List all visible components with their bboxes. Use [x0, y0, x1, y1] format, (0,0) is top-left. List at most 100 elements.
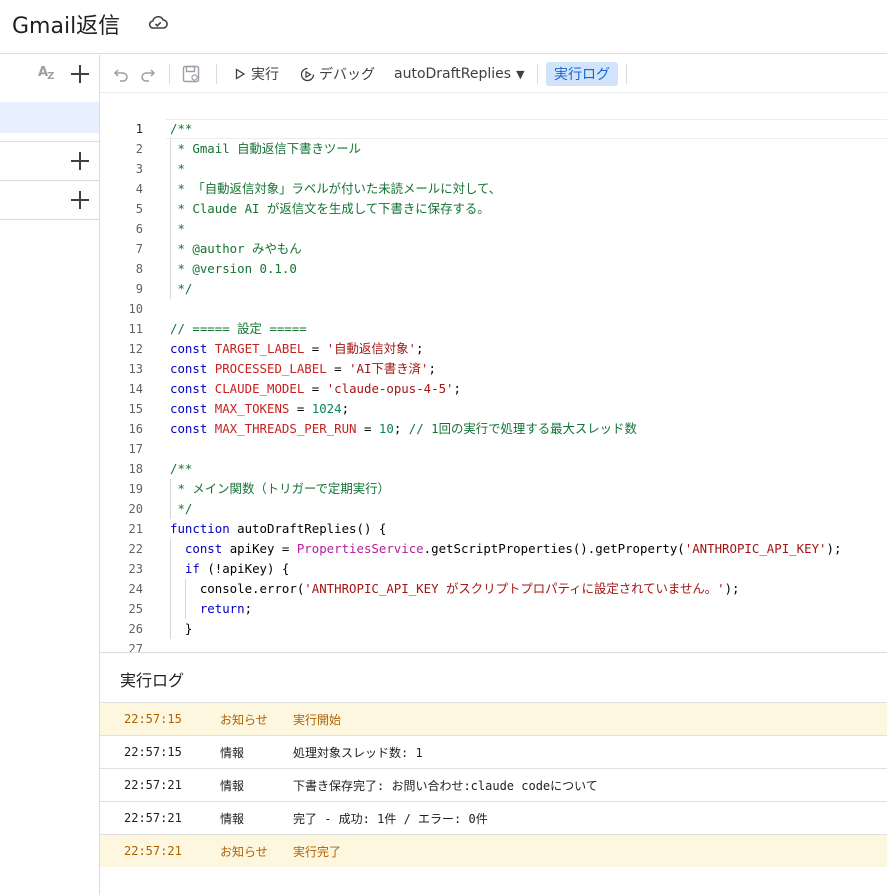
code-line[interactable]: 27 [100, 639, 887, 652]
code-line[interactable]: 11 // ===== 設定 ===== [100, 319, 887, 339]
code-constant-name: MAX_THREADS_PER_RUN [214, 421, 357, 436]
code-line[interactable]: 22 const apiKey = PropertiesService.getS… [100, 539, 887, 559]
code-keyword: const [170, 361, 215, 376]
code-keyword: if [184, 561, 208, 576]
code-line[interactable]: 14 const CLAUDE_MODEL = 'claude-opus-4-5'… [100, 379, 887, 399]
code-line[interactable]: 9 */ [100, 279, 887, 299]
log-message: 処理対象スレッド数: 1 [293, 745, 423, 760]
toolbar-separator [537, 64, 538, 84]
code-line[interactable]: 18 /** [100, 459, 887, 479]
code-text: * @version 0.1.0 [170, 259, 297, 279]
add-service-plus-icon[interactable] [71, 191, 89, 209]
code-line[interactable]: 6 * [100, 219, 887, 239]
code-line[interactable]: 12 const TARGET_LABEL = '自動返信対象'; [100, 339, 887, 359]
line-number: 9 [135, 282, 143, 296]
code-line[interactable]: 7 * @author みやもん [100, 239, 887, 259]
code-token: ; [393, 421, 409, 436]
code-editor[interactable]: 1/** 2 * Gmail 自動返信下書きツール 3 * 4 * 「自動返信対象」ラ… [100, 94, 887, 652]
code-text: const MAX_TOKENS = 1024; [170, 399, 349, 419]
code-token: (!apiKey) { [207, 561, 290, 576]
line-number: 8 [135, 262, 143, 276]
az-sort-icon[interactable]: AZ [38, 65, 54, 82]
code-line[interactable]: 23 if (!apiKey) { [100, 559, 887, 579]
code-keyword: const [170, 381, 215, 396]
code-keyword: function [170, 521, 238, 536]
code-text: * [170, 219, 185, 239]
code-string: 'AI下書き済' [349, 361, 429, 376]
code-text: // ===== 設定 ===== [170, 319, 307, 339]
code-line[interactable]: 21 function autoDraftReplies() { [100, 519, 887, 539]
debug-button[interactable]: デバッグ [300, 55, 375, 93]
code-token: * メイン関数（トリガーで定期実行） [170, 481, 390, 496]
code-line[interactable]: 16 const MAX_THREADS_PER_RUN = 10; // 1回の… [100, 419, 887, 439]
code-line[interactable]: 4 * 「自動返信対象」ラベルが付いた未読メールに対して、 [100, 179, 887, 199]
line-number: 5 [135, 202, 143, 216]
log-time: 22:57:15 [124, 712, 182, 726]
code-line[interactable]: 5 * Claude AI が返信文を生成して下書きに保存する。 [100, 199, 887, 219]
add-file-plus-icon[interactable] [71, 65, 89, 83]
code-text: console.error('ANTHROPIC_API_KEY がスクリプトプ… [170, 579, 740, 599]
line-number: 11 [128, 322, 143, 336]
code-line[interactable]: 8 * @version 0.1.0 [100, 259, 887, 279]
code-string: '自動返信対象' [326, 341, 416, 356]
code-line[interactable]: 26 } [100, 619, 887, 639]
line-number: 22 [128, 542, 143, 556]
code-token: * @version 0.1.0 [170, 261, 297, 276]
chevron-down-icon: ▼ [516, 67, 525, 81]
code-line[interactable]: 17 [100, 439, 887, 459]
code-operator: = [304, 341, 327, 356]
code-constant-name: MAX_TOKENS [214, 401, 290, 416]
code-text: * Claude AI が返信文を生成して下書きに保存する。 [170, 199, 489, 219]
toolbar-separator [169, 64, 170, 84]
line-number: 4 [135, 182, 143, 196]
line-number: 25 [128, 602, 143, 616]
run-button[interactable]: 実行 [234, 55, 279, 93]
line-number: 17 [128, 442, 143, 456]
code-text: const PROCESSED_LABEL = 'AI下書き済'; [170, 359, 436, 379]
log-row: 22:57:21 お知らせ 実行完了 [100, 834, 887, 867]
log-row: 22:57:15 情報 処理対象スレッド数: 1 [100, 735, 887, 768]
line-number: 20 [128, 502, 143, 516]
sidebar-item-selected-file[interactable] [0, 102, 99, 133]
code-line[interactable]: 15 const MAX_TOKENS = 1024; [100, 399, 887, 419]
code-line[interactable]: 20 */ [100, 499, 887, 519]
code-token: /** [170, 121, 193, 136]
code-line[interactable]: 24 console.error('ANTHROPIC_API_KEY がスクリ… [100, 579, 887, 599]
code-line[interactable]: 19 * メイン関数（トリガーで定期実行） [100, 479, 887, 499]
active-line-highlight [166, 119, 887, 139]
redo-icon[interactable] [140, 66, 156, 82]
log-level: 情報 [220, 811, 245, 826]
save-icon[interactable] [182, 65, 200, 83]
code-token: console.error( [199, 581, 305, 596]
code-token: ); [826, 541, 842, 556]
code-line[interactable]: 25 return; [100, 599, 887, 619]
code-token: * [170, 221, 185, 236]
line-number: 15 [128, 402, 143, 416]
run-button-label: 実行 [251, 67, 279, 83]
code-text: /** [170, 119, 192, 139]
code-line[interactable]: 10 [100, 299, 887, 319]
code-token: ; [453, 381, 461, 396]
execution-log-toggle-button[interactable]: 実行ログ [546, 62, 618, 86]
code-text: const apiKey = PropertiesService.getScri… [170, 539, 842, 559]
add-library-plus-icon[interactable] [71, 152, 89, 170]
project-title[interactable]: Gmail返信 [12, 8, 120, 40]
code-line[interactable]: 2 * Gmail 自動返信下書きツール [100, 139, 887, 159]
code-line[interactable]: 13 const PROCESSED_LABEL = 'AI下書き済'; [100, 359, 887, 379]
code-line[interactable]: 1 /** [100, 119, 887, 139]
sidebar-files-header: AZ [0, 55, 99, 93]
cloud-done-icon[interactable] [148, 14, 168, 30]
log-message: 下書き保存完了: お問い合わせ:claude codeについて [293, 778, 598, 793]
log-level: 情報 [220, 778, 245, 793]
undo-icon[interactable] [113, 66, 129, 82]
line-number: 6 [135, 222, 143, 236]
code-line[interactable]: 3 * [100, 159, 887, 179]
code-text: if (!apiKey) { [170, 559, 289, 579]
code-text: */ [170, 499, 192, 519]
function-select[interactable]: autoDraftReplies ▼ [394, 55, 525, 93]
code-token: autoDraftReplies() { [237, 521, 387, 536]
code-token: ); [724, 581, 740, 596]
line-number: 18 [128, 462, 143, 476]
